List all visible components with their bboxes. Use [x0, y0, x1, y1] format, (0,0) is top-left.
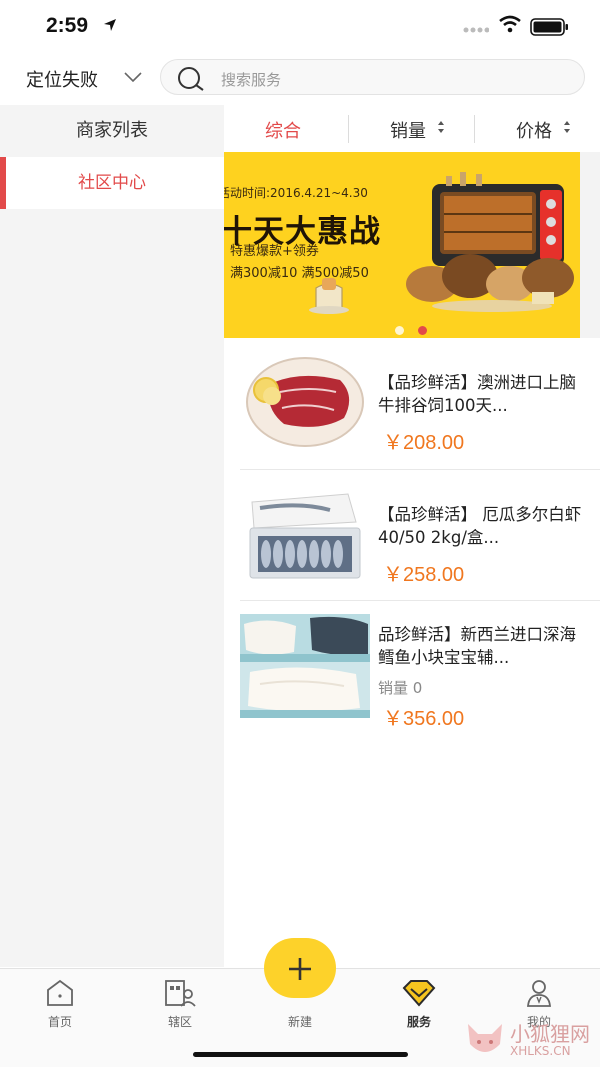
product-card[interactable]: 【品珍鲜活】 厄瓜多尔白虾 40/50 2kg/盒... ￥258.00 — [240, 484, 600, 616]
promo-banner[interactable]: 活动时间:2016.4.21~4.30 十天大惠战 特惠爆款+领券 满300减1… — [224, 152, 580, 338]
list-divider — [240, 600, 600, 601]
selected-indicator — [0, 157, 6, 209]
chevron-down-icon[interactable] — [124, 72, 142, 83]
profile-icon — [527, 980, 551, 1007]
sort-bar: 综合 销量 价格 — [224, 105, 600, 151]
banner-carousel[interactable]: 活动时间:2016.4.21~4.30 十天大惠战 特惠爆款+领券 满300减1… — [224, 152, 600, 338]
sidebar-item-community-center[interactable]: 社区中心 — [0, 157, 224, 209]
tab-label: 首页 — [47, 1015, 72, 1029]
sort-sales[interactable]: 销量 — [390, 117, 426, 143]
carousel-dot[interactable] — [395, 326, 404, 335]
fox-logo-icon — [468, 1024, 502, 1052]
home-icon — [47, 979, 73, 1006]
cellular-signal-icon — [463, 27, 489, 33]
watermark-cn: 小狐狸网 — [510, 1022, 590, 1046]
location-arrow-icon — [104, 19, 116, 31]
battery-icon — [530, 18, 568, 36]
sort-comprehensive[interactable]: 综合 — [265, 117, 301, 143]
tab-district[interactable]: 辖区 — [120, 969, 240, 1039]
product-image-shrimp — [240, 484, 370, 594]
list-divider — [240, 469, 600, 470]
diamond-icon — [402, 980, 436, 1007]
bread-illustration — [406, 254, 574, 312]
tab-label: 辖区 — [167, 1015, 192, 1029]
status-time: 2:59 — [46, 14, 89, 37]
tab-home[interactable]: 首页 — [0, 969, 120, 1039]
top-bar: 定位失败 搜索服务 — [0, 56, 600, 102]
sidebar-header: 商家列表 — [76, 120, 148, 141]
home-indicator[interactable] — [193, 1052, 408, 1057]
search-icon — [178, 67, 204, 91]
search-placeholder: 搜索服务 — [221, 71, 282, 89]
status-bar: 2:59 — [0, 0, 600, 54]
product-price: ￥258.00 — [383, 564, 465, 586]
product-card[interactable]: 【品珍鲜活】澳洲进口上脑牛排谷饲100天... ￥208.00 — [240, 352, 600, 484]
sort-divider — [348, 115, 349, 143]
product-name: 品珍鲜活】新西兰进口深海鳕鱼小块宝宝辅... — [378, 625, 576, 667]
sort-divider — [474, 115, 475, 143]
sort-toggle-icon[interactable] — [563, 120, 571, 134]
product-sales: 销量 0 — [378, 679, 423, 697]
product-name: 【品珍鲜活】澳洲进口上脑牛排谷饲100天... — [378, 373, 576, 415]
search-input[interactable]: 搜索服务 — [160, 59, 585, 95]
watermark-en: XHLKS.CN — [510, 1044, 571, 1058]
sidebar-item-label: 社区中心 — [78, 173, 146, 193]
watermark: 小狐狸网 XHLKS.CN — [460, 1018, 600, 1063]
carousel-dots — [395, 320, 441, 338]
district-icon — [165, 980, 196, 1007]
new-button[interactable] — [264, 938, 336, 998]
carousel-dot-active[interactable] — [418, 326, 427, 335]
wifi-icon — [499, 15, 521, 33]
product-name: 【品珍鲜活】 厄瓜多尔白虾 40/50 2kg/盒... — [378, 505, 582, 547]
location-selector[interactable]: 定位失败 — [26, 66, 98, 92]
sort-price[interactable]: 价格 — [516, 117, 552, 143]
toaster-illustration — [309, 278, 349, 314]
banner-date: 活动时间:2016.4.21~4.30 — [224, 186, 368, 200]
product-image-cod — [240, 614, 370, 718]
plus-icon — [289, 958, 311, 980]
tab-label: 新建 — [287, 1015, 312, 1029]
product-card[interactable]: 品珍鲜活】新西兰进口深海鳕鱼小块宝宝辅... 销量 0 ￥356.00 — [240, 614, 600, 746]
product-price: ￥356.00 — [383, 708, 465, 730]
sort-toggle-icon[interactable] — [437, 120, 445, 134]
product-image-beef — [240, 352, 370, 462]
banner-coupon: 满300减10 满500减50 — [230, 266, 369, 281]
product-price: ￥208.00 — [383, 432, 465, 454]
merchant-sidebar: 商家列表 社区中心 — [0, 105, 224, 967]
